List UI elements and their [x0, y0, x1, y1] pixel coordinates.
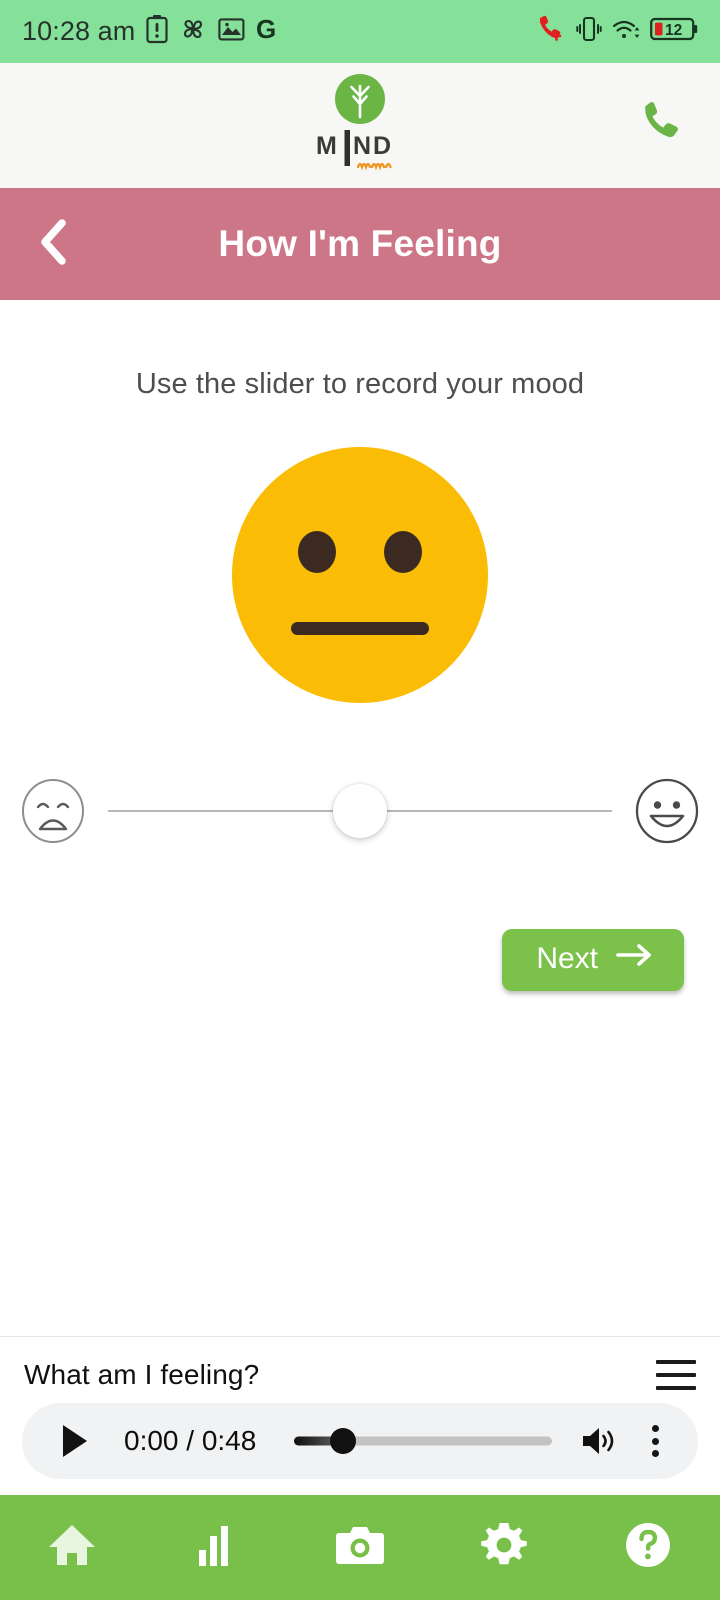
- logo-mind-text: M: [316, 132, 339, 160]
- status-bar: 10:28 am G 12: [0, 0, 720, 63]
- battery-alert-icon: [146, 14, 168, 49]
- arrow-right-icon: [616, 942, 654, 976]
- vibrate-icon: [576, 14, 602, 49]
- mood-slider[interactable]: [108, 771, 612, 851]
- audio-controls: 0:00 / 0:48: [22, 1403, 698, 1479]
- page-title: How I'm Feeling: [218, 223, 502, 264]
- svg-text:G: G: [256, 15, 276, 43]
- nav-item-home[interactable]: [0, 1495, 144, 1600]
- status-bar-right: 12: [535, 14, 698, 49]
- battery-level-text: 12: [665, 22, 682, 39]
- nav-item-help[interactable]: [576, 1495, 720, 1600]
- next-button-row: Next: [0, 929, 720, 991]
- app-logo: M ND: [0, 72, 720, 179]
- battery-icon: 12: [650, 15, 698, 48]
- nav-item-camera[interactable]: [288, 1495, 432, 1600]
- back-button[interactable]: [26, 216, 82, 272]
- status-bar-clock: 10:28 am: [22, 16, 136, 46]
- home-icon: [47, 1521, 97, 1574]
- logo-nd-text: ND: [353, 132, 393, 160]
- nav-item-settings[interactable]: [432, 1495, 576, 1600]
- slider-thumb[interactable]: [333, 784, 387, 838]
- brand-bar: M ND: [0, 63, 720, 188]
- instruction-text: Use the slider to record your mood: [135, 368, 585, 400]
- phone-icon: [635, 100, 681, 151]
- next-button[interactable]: Next: [502, 929, 684, 991]
- nav-item-stats[interactable]: [144, 1495, 288, 1600]
- more-vertical-icon[interactable]: [638, 1422, 672, 1460]
- fan-icon: [179, 15, 207, 48]
- play-icon[interactable]: [60, 1422, 94, 1460]
- image-icon: [218, 16, 245, 48]
- next-button-label: Next: [536, 942, 598, 975]
- main-content: Use the slider to record your mood Next: [0, 300, 720, 1336]
- page-header: How I'm Feeling: [0, 188, 720, 300]
- audio-time-display: 0:00 / 0:48: [124, 1425, 257, 1456]
- audio-title: What am I feeling?: [24, 1359, 260, 1390]
- hamburger-menu-icon[interactable]: [656, 1360, 696, 1390]
- status-bar-left: 10:28 am G: [22, 14, 282, 49]
- tree-logo-icon: [333, 72, 387, 131]
- audio-seek-bar[interactable]: [294, 1426, 552, 1456]
- bottom-navigation: [0, 1495, 720, 1600]
- audio-player-header: What am I feeling?: [22, 1351, 698, 1403]
- sad-face-icon: [20, 778, 86, 844]
- camera-icon: [335, 1523, 385, 1572]
- bar-chart-icon: [197, 1522, 235, 1573]
- mood-slider-row: [0, 771, 720, 851]
- happy-face-icon: [634, 778, 700, 844]
- call-button[interactable]: [634, 102, 682, 150]
- chevron-left-icon: [37, 218, 71, 270]
- volume-icon[interactable]: [580, 1424, 618, 1458]
- gear-icon: [480, 1521, 528, 1574]
- help-circle-icon: [624, 1521, 672, 1574]
- app-screen: 10:28 am G 12 M ND How I'm Feeling Use t…: [0, 0, 720, 1600]
- wifi-icon: [611, 15, 641, 48]
- google-g-icon: G: [256, 14, 282, 48]
- audio-player: What am I feeling? 0:00 / 0:48: [0, 1336, 720, 1495]
- missed-call-icon: [535, 14, 567, 49]
- seek-knob[interactable]: [330, 1428, 357, 1454]
- mood-emoji: [232, 447, 488, 708]
- logo-wordmark: M ND: [314, 130, 406, 179]
